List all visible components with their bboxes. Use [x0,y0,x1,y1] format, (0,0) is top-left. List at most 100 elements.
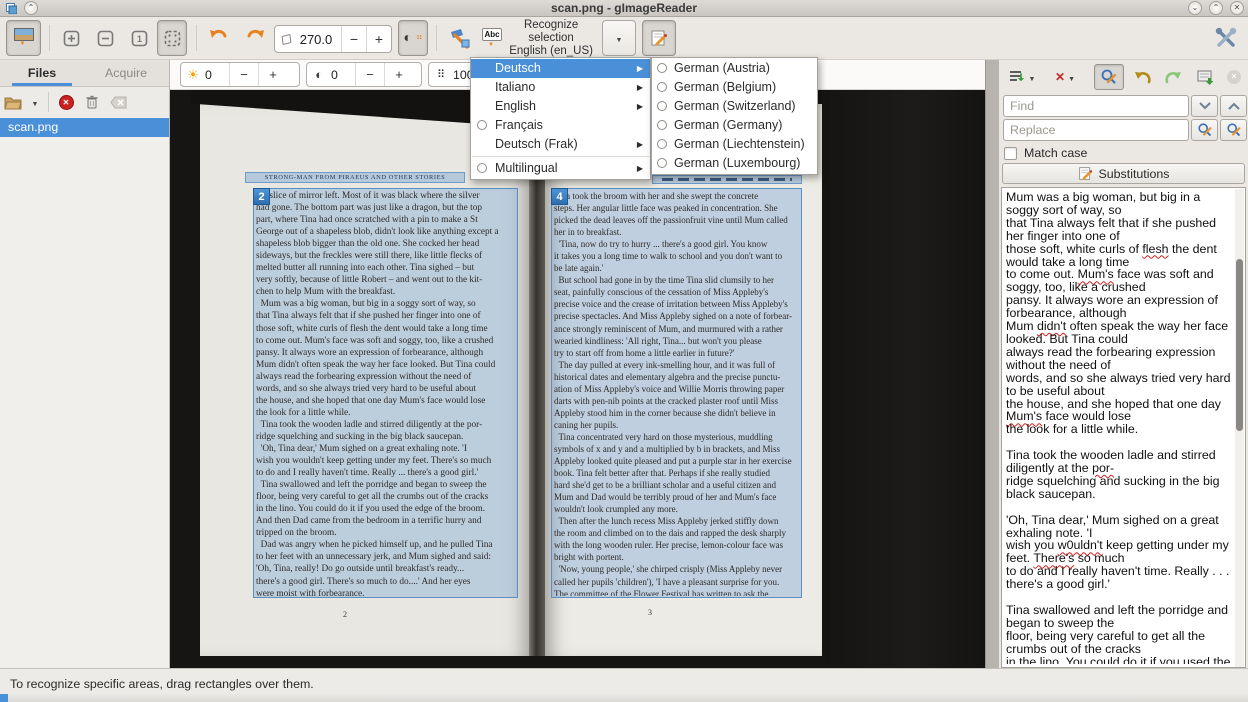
find-next-button[interactable] [1191,95,1218,117]
menu-item-fran-ais[interactable]: Français [471,116,650,135]
toggle-output-pane-button[interactable] [642,20,676,56]
resolution-icon: ⠿ [429,68,453,81]
open-file-button[interactable] [0,90,26,114]
insert-mode-button[interactable] [1004,64,1040,90]
substitutions-button[interactable]: Substitutions [1002,163,1245,184]
output-textarea[interactable]: Mum was a big woman, but big in a soggy … [1001,187,1246,668]
pane-splitter[interactable] [985,60,999,668]
files-toolbar: ✕ [0,87,169,117]
file-list-item[interactable]: scan.png [0,118,169,137]
settings-button[interactable] [1210,20,1242,56]
rotate-right-button[interactable] [240,20,270,56]
rotation-value[interactable]: 270.0 [291,32,341,47]
menu-item-label: Français [495,118,543,132]
rotation-decrease-button[interactable]: − [341,26,366,52]
rotation-increase-button[interactable]: + [366,26,391,52]
zoom-original-button[interactable]: 1 [125,20,153,56]
menu-item-german-switzerland-[interactable]: German (Switzerland) [652,97,817,116]
menu-item-deutsch[interactable]: Deutsch [471,59,650,78]
zoom-out-button[interactable] [91,20,119,56]
menu-item-german-belgium-[interactable]: German (Belgium) [652,78,817,97]
misspelled-word: Mum's [1078,267,1114,281]
recognize-language-dropdown[interactable] [602,20,636,56]
ocr-selection-region-4[interactable]: 4 Tina took the broom with her and she s… [551,188,802,598]
rotate-left-button[interactable] [204,20,234,56]
brightness-icon: ☀ [181,67,205,83]
scan-text-line: Appleby looked quite pleased and put a p… [554,455,799,467]
brightness-control[interactable]: ☀ 0 − + [180,62,300,87]
scan-text-line: historical dates and elementary algebra … [554,371,799,383]
zoom-in-button[interactable] [57,20,85,56]
scan-text-line: y a slice of mirror left. Most of it was… [256,190,515,202]
rotation-spinbox[interactable]: 270.0 − + [274,25,392,53]
trash-icon [85,94,99,110]
clear-output-button[interactable] [1223,64,1245,90]
menu-item-multilingual[interactable]: Multilingual [471,159,650,178]
contrast-decrease-button[interactable]: − [355,63,384,86]
menu-item-italiano[interactable]: Italiano [471,78,650,97]
find-replace-toggle-button[interactable] [1094,64,1124,90]
ocr-selection-region-2[interactable]: 2 y a slice of mirror left. Most of it w… [253,188,518,598]
scan-text-line: 'Oh, Tina, really! Do go outside until b… [256,563,515,575]
toggle-controls-button[interactable]: ▼ [6,20,41,56]
scan-text-line: darts with pen-nib points at the cracked… [554,395,799,407]
find-input[interactable] [1003,95,1189,117]
replace-button[interactable] [1191,119,1218,141]
menu-item-german-luxembourg-[interactable]: German (Luxembourg) [652,154,817,173]
contrast-increase-button[interactable]: + [384,63,413,86]
window-title: scan.png - gImageReader [0,0,1248,16]
scan-text-line: Appleby stood him in the corner because … [554,407,799,419]
undo-button[interactable] [1129,64,1156,90]
menu-item-german-austria-[interactable]: German (Austria) [652,59,817,78]
menu-item-english[interactable]: English [471,97,650,116]
strikeout-button[interactable] [1046,64,1084,90]
brightness-value: 0 [205,68,229,82]
brightness-decrease-button[interactable]: − [229,63,258,86]
scan-text-line: her in to breakfast. [554,226,799,238]
delete-file-button[interactable] [79,90,105,114]
dropdown-arrow-icon [32,93,39,111]
zoom-fit-button[interactable] [157,20,187,56]
replace-input[interactable] [1003,119,1189,141]
scan-text-line: pansy. It always wore an expression of f… [256,347,515,359]
window-restore-button[interactable]: ⌃ [1209,1,1223,15]
menu-item-deutsch-frak-[interactable]: Deutsch (Frak) [471,135,650,154]
clear-files-button[interactable] [105,90,131,114]
match-case-checkbox[interactable] [1004,147,1017,160]
scan-text-line: Mum didn't often speak the way her face … [256,359,515,371]
open-dropdown-button[interactable] [26,90,44,114]
scan-text-line: ation of Miss Appleby's voice and Willie… [554,383,799,395]
window-minimize-button[interactable]: ⌄ [1188,1,1202,15]
brightness-increase-button[interactable]: + [258,63,287,86]
menu-item-label: Italiano [495,80,535,94]
undo-icon [1133,69,1153,85]
scan-text-line: sideways, but the freckles were still th… [256,250,515,262]
auto-layout-button[interactable] [444,20,476,56]
scan-text-line: it takes you a long time to walk to scho… [554,250,799,262]
tab-acquire[interactable]: Acquire [84,60,168,86]
find-prev-button[interactable] [1220,95,1247,117]
window-close-button[interactable]: ✕ [1230,1,1244,15]
scan-text-line: to her feet with an unnecessary jerk, an… [256,551,515,563]
remove-file-button[interactable]: ✕ [53,90,79,114]
left-page-number: 2 [343,610,347,619]
scan-text-line: bright with portent. [554,551,799,563]
recognize-button[interactable]: Recognize selection English (en_US) [482,20,598,56]
left-running-header: STRONG-MAN FROM PIRAEUS AND OTHER STORIE… [245,172,465,183]
contrast-icon [403,29,411,47]
scan-text-line: that Tina always felt that if she pushed… [256,310,515,322]
menu-item-german-germany-[interactable]: German (Germany) [652,116,817,135]
save-output-button[interactable] [1191,64,1219,90]
replace-all-button[interactable] [1220,119,1247,141]
tab-files[interactable]: Files [0,60,84,86]
scan-text-line: floor, being very careful to get all the… [256,491,515,503]
clear-icon [1227,70,1241,84]
abc-recognize-icon [482,28,500,48]
strikeout-icon [1055,68,1065,86]
scrollbar-thumb[interactable] [1236,259,1243,431]
output-scrollbar[interactable] [1235,189,1244,668]
contrast-control[interactable]: ◐ 0 − + [306,62,422,87]
menu-item-german-liechtenstein-[interactable]: German (Liechtenstein) [652,135,817,154]
image-adjust-button[interactable] [398,20,428,56]
redo-button[interactable] [1159,64,1186,90]
